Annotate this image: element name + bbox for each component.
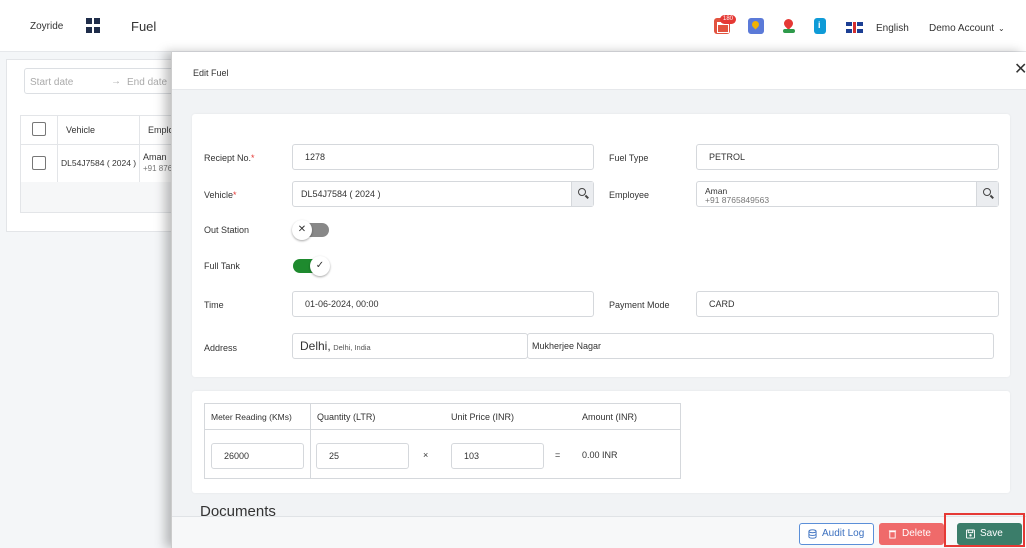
chevron-down-icon: ⌄ (998, 24, 1005, 33)
drawer-title: Edit Fuel (193, 68, 229, 78)
fuel-table: Vehicle Emplo DL54J7584 ( 2024 ) Aman +9… (20, 115, 181, 213)
quantity-input[interactable]: 25 (316, 443, 409, 469)
select-all-header (21, 116, 58, 144)
amount-header: Amount (INR) (582, 412, 638, 422)
employee-search-button[interactable] (976, 182, 998, 206)
time-input[interactable]: 01-06-2024, 00:00 (292, 291, 594, 317)
page-title: Fuel (131, 19, 157, 34)
full-tank-toggle[interactable]: ✓ (293, 256, 330, 276)
out-station-toggle[interactable]: ✕ (292, 220, 329, 240)
fuel-type-select[interactable]: PETROL (696, 144, 999, 170)
full-tank-label: Full Tank (204, 261, 240, 271)
trash-icon (888, 530, 897, 539)
receipt-label: Reciept No.* (204, 153, 255, 163)
apps-grid-icon[interactable] (86, 18, 101, 33)
edit-fuel-drawer: Edit Fuel ✕ Reciept No.* 1278 Fuel Type … (171, 52, 1026, 548)
amount-value: 0.00 INR (582, 450, 618, 460)
payment-mode-label: Payment Mode (609, 300, 670, 310)
audit-log-button[interactable]: Audit Log (799, 523, 874, 545)
employee-phone-cell: +91 876 (143, 164, 173, 173)
help-book-icon[interactable] (814, 18, 826, 34)
save-button-highlight (944, 513, 1025, 547)
vehicle-value: DL54J7584 ( 2024 ) (301, 189, 381, 199)
location-pin-icon[interactable] (781, 18, 797, 34)
unit-price-header: Unit Price (INR) (451, 412, 515, 422)
search-icon (578, 188, 586, 196)
time-label: Time (204, 300, 224, 310)
check-icon: ✓ (310, 256, 330, 276)
employee-label: Employee (609, 190, 650, 200)
table-row-vehicle[interactable]: DL54J7584 ( 2024 ) (58, 144, 140, 182)
meter-reading-header: Meter Reading (KMs) (211, 412, 292, 422)
address-city: Delhi, (300, 339, 331, 353)
search-icon (983, 188, 991, 196)
meter-panel: Meter Reading (KMs) Quantity (LTR) Unit … (192, 391, 1010, 493)
vehicle-cell: DL54J7584 ( 2024 ) (61, 158, 137, 168)
meter-reading-input[interactable]: 26000 (211, 443, 304, 469)
start-date-input[interactable]: Start date (30, 77, 73, 88)
fuel-form-panel: Reciept No.* 1278 Fuel Type PETROL Vehic… (192, 114, 1010, 377)
employee-phone: +91 8765849563 (705, 195, 770, 205)
payment-mode-select[interactable]: CARD (696, 291, 999, 317)
map-icon[interactable] (748, 18, 764, 34)
equals-sign: = (555, 450, 561, 460)
row-select-cell (21, 144, 58, 182)
vehicle-label: Vehicle* (204, 190, 237, 200)
close-icon: ✕ (292, 220, 312, 240)
receipt-input[interactable]: 1278 (292, 144, 594, 170)
notification-count-badge: 180 (720, 15, 737, 24)
address-label: Address (204, 343, 238, 353)
database-icon (808, 529, 817, 539)
arrow-right-icon: → (111, 76, 121, 87)
unit-price-input[interactable]: 103 (451, 443, 544, 469)
delete-label: Delete (902, 528, 931, 539)
vehicle-search-button[interactable] (571, 182, 593, 206)
uk-flag-icon[interactable] (846, 22, 863, 33)
language-selector[interactable]: English (876, 23, 909, 34)
account-name: Demo Account (929, 23, 995, 34)
employee-input[interactable]: Aman +91 8765849563 (696, 181, 999, 207)
row-checkbox[interactable] (32, 156, 46, 170)
column-header-vehicle[interactable]: Vehicle (58, 116, 140, 144)
close-icon[interactable]: ✕ (1014, 62, 1026, 78)
brand-name[interactable]: Zoyride (30, 21, 63, 32)
account-menu[interactable]: Demo Account ⌄ (929, 23, 1005, 34)
employee-name-cell: Aman (143, 152, 167, 162)
select-all-checkbox[interactable] (32, 122, 46, 136)
drawer-header: Edit Fuel ✕ (172, 52, 1026, 90)
multiply-sign: × (423, 450, 429, 460)
address-locality-input[interactable]: Mukherjee Nagar (527, 333, 994, 359)
audit-log-label: Audit Log (822, 528, 865, 539)
drawer-footer: Audit Log Delete Save (172, 516, 1026, 548)
date-range-filter[interactable]: Start date → End date (24, 68, 184, 94)
delete-button[interactable]: Delete (879, 523, 944, 545)
end-date-input[interactable]: End date (127, 77, 167, 88)
quantity-header: Quantity (LTR) (317, 412, 376, 422)
fuel-type-label: Fuel Type (609, 153, 649, 163)
vehicle-input[interactable]: DL54J7584 ( 2024 ) (292, 181, 594, 207)
address-region: Delhi, India (333, 343, 371, 352)
top-navbar: Zoyride Fuel 180 English Demo Account⌄ (0, 0, 1026, 52)
address-city-input[interactable]: Delhi, Delhi, India (292, 333, 528, 359)
meter-table: Meter Reading (KMs) Quantity (LTR) Unit … (204, 403, 681, 479)
out-station-label: Out Station (204, 225, 250, 235)
